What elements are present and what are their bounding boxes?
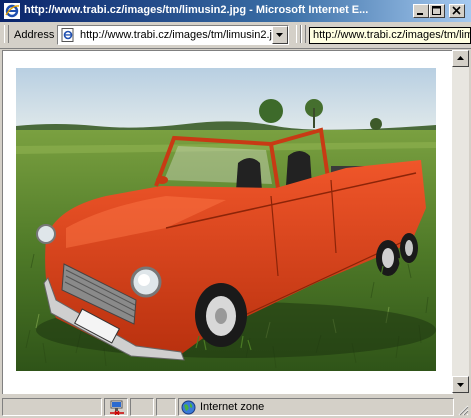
maximize-icon: [432, 6, 441, 15]
toolbar-grip[interactable]: [301, 25, 306, 43]
chevron-down-icon: [276, 33, 283, 37]
title-bar[interactable]: http://www.trabi.cz/images/tm/limusin2.j…: [0, 0, 471, 22]
maximize-button[interactable]: [429, 4, 445, 18]
arrow-down-icon: [457, 383, 464, 387]
address-dropdown-button[interactable]: [272, 26, 288, 44]
window-title: http://www.trabi.cz/images/tm/limusin2.j…: [24, 4, 369, 16]
network-icon: [109, 400, 125, 416]
minimize-button[interactable]: [413, 4, 429, 18]
close-button[interactable]: [449, 4, 465, 18]
status-text-panel: [2, 398, 102, 416]
scroll-down-button[interactable]: [452, 376, 469, 393]
address-tooltip: http://www.trabi.cz/images/tm/lim: [309, 27, 471, 44]
page-viewport[interactable]: [2, 50, 453, 394]
ie-logo-icon: [4, 3, 20, 19]
toolbar-grip[interactable]: [4, 25, 9, 43]
status-panel: [156, 398, 176, 416]
resize-grip-icon[interactable]: [457, 404, 469, 416]
address-input[interactable]: http://www.trabi.cz/images/tm/limusin2.j: [57, 25, 289, 45]
zone-label: Internet zone: [200, 401, 265, 413]
scroll-up-button[interactable]: [452, 50, 469, 67]
address-label: Address: [14, 29, 55, 41]
minimize-icon: [417, 13, 423, 15]
status-bar: Internet zone: [0, 396, 471, 418]
ie-page-icon: [61, 28, 75, 42]
car-image: [16, 68, 436, 371]
globe-icon: [181, 400, 196, 415]
vertical-scrollbar[interactable]: [452, 50, 469, 393]
address-value: http://www.trabi.cz/images/tm/limusin2.j: [80, 29, 272, 41]
arrow-up-icon: [457, 56, 464, 60]
close-icon: [452, 6, 461, 15]
status-panel: [130, 398, 154, 416]
car-photo[interactable]: [16, 68, 436, 371]
